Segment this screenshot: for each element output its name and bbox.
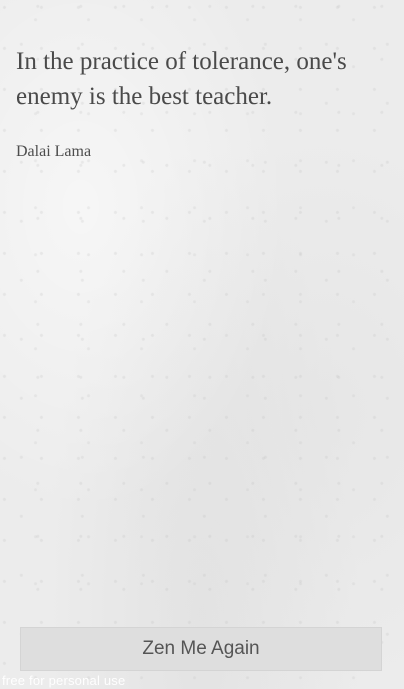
quote-author: Dalai Lama: [16, 143, 92, 160]
zen-me-again-button[interactable]: Zen Me Again: [20, 627, 382, 671]
credit-watermark: free for personal use: [2, 673, 126, 688]
quote-text: In the practice of tolerance, one's enem…: [16, 48, 347, 110]
quote-card: In the practice of tolerance, one's enem…: [16, 44, 388, 163]
